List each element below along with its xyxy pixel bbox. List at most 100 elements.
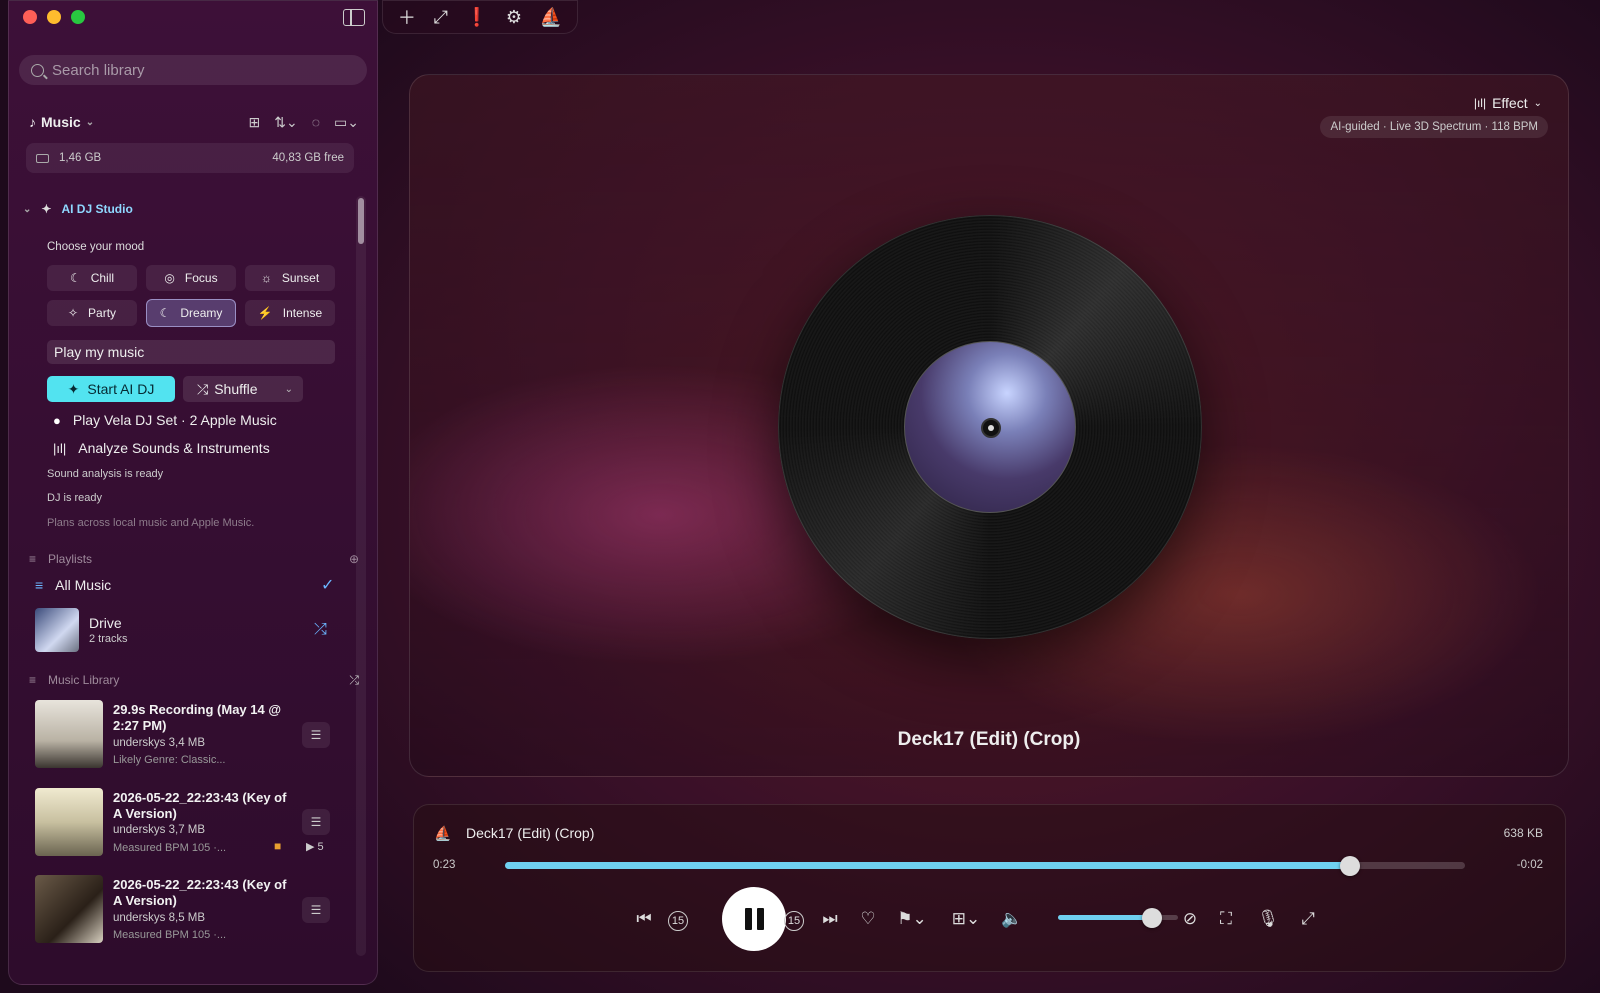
shuffle-button[interactable]: ⤮ Shuffle ⌄: [183, 376, 303, 402]
progress-knob[interactable]: [1339, 856, 1360, 876]
search-input[interactable]: [52, 61, 352, 79]
skip-forward-15-icon[interactable]: 15: [784, 911, 804, 931]
status-sound: Sound analysis is ready: [47, 468, 164, 480]
playlist-name[interactable]: Drive: [89, 615, 122, 631]
microphone-icon[interactable]: 🎙: [1256, 909, 1280, 929]
pause-button[interactable]: [722, 887, 786, 951]
zoom-window-button[interactable]: [71, 10, 85, 24]
disk-icon: [36, 153, 49, 163]
album-artwork: [904, 341, 1076, 513]
visualizer-toggle-icon[interactable]: ⊘: [1178, 909, 1202, 929]
spectrum-badge: AI-guided · Live 3D Spectrum · 118 BPM: [1320, 116, 1548, 138]
track-sub: Measured BPM 105 ·...: [113, 929, 227, 941]
library-selector[interactable]: ♪ Music ⌄: [29, 114, 94, 130]
previous-track-icon[interactable]: ⏮: [632, 909, 656, 929]
mood-intense-button[interactable]: ⚡ Intense: [245, 300, 335, 326]
mood-sunset-button[interactable]: ☼ Sunset: [245, 265, 335, 291]
sliders-icon: ☰: [310, 903, 322, 917]
progress-fill: [505, 862, 1350, 869]
chevron-down-icon: ⌄: [85, 116, 95, 128]
sidebar-scroll-thumb[interactable]: [358, 198, 364, 244]
bookmark-icon[interactable]: ⚑⌄: [894, 909, 930, 929]
sidebar-scrollbar[interactable]: [356, 196, 366, 956]
play-icon: ▶: [306, 841, 315, 853]
expand-icon[interactable]: ⤢: [434, 7, 448, 28]
playlist-icon: ≡: [35, 577, 44, 593]
start-ai-dj-button[interactable]: ✦ Start AI DJ: [47, 376, 175, 402]
playlist-artwork: [35, 608, 79, 652]
mood-chill-button[interactable]: ☾ Chill: [47, 265, 137, 291]
status-dj: DJ is ready: [47, 492, 103, 504]
select-check-icon[interactable]: ◌: [312, 114, 320, 130]
import-icon[interactable]: ⊞: [249, 114, 261, 131]
sparkle-icon: ✦: [67, 380, 80, 397]
track-title[interactable]: 2026-05-22_22:23:43 (Key of A Version): [113, 790, 293, 822]
track-artwork: [35, 788, 103, 856]
track-adjust-button[interactable]: ☰: [302, 722, 330, 748]
badge-icon: ■: [274, 839, 282, 853]
shuffle-icon[interactable]: ⤮: [349, 673, 359, 688]
volume-knob[interactable]: [1141, 908, 1162, 928]
dj-prompt-input[interactable]: [47, 340, 335, 364]
party-icon: ✧: [67, 306, 79, 320]
close-window-button[interactable]: [23, 10, 37, 24]
track-meta: underskys 3,7 MB: [113, 824, 206, 836]
next-track-icon[interactable]: ⏭: [818, 909, 842, 929]
alert-icon[interactable]: ❗: [466, 7, 488, 28]
bolt-icon: ⚡: [257, 306, 273, 320]
ai-dj-section-header[interactable]: ⌄ ✦ AI DJ Studio: [23, 202, 133, 216]
sidebar: ♪ Music ⌄ ⊞ ⇅⌄ ◌ ▭⌄ 1,46 GB 40,83 GB fre…: [8, 0, 378, 985]
spindle-hole: [981, 418, 1001, 438]
track-meta: underskys 8,5 MB: [113, 912, 206, 924]
sidebar-toggle-icon[interactable]: [343, 9, 365, 26]
chill-icon: ☾: [69, 271, 81, 285]
heart-icon[interactable]: ♡: [856, 909, 880, 929]
sailboat-icon[interactable]: ⛵: [540, 7, 562, 28]
folder-add-icon[interactable]: ▭⌄: [334, 114, 359, 131]
track-adjust-button[interactable]: ☰: [302, 897, 330, 923]
focus-icon: ◎: [164, 271, 175, 285]
music-note-icon: ♪: [29, 114, 36, 130]
track-artwork: [35, 700, 103, 768]
mood-focus-button[interactable]: ◎ Focus: [146, 265, 236, 291]
volume-slider[interactable]: [1058, 908, 1178, 928]
sort-icon[interactable]: ⇅⌄: [274, 114, 297, 131]
skip-back-15-icon[interactable]: 15: [668, 911, 688, 931]
transport-controls: ⏮ 15 15 ⏭ ♡ ⚑⌄ ⊞⌄ 🔈 ⊘ ⛶ 🎙 ⤢: [414, 887, 1565, 951]
shuffle-icon: ⤮: [197, 380, 209, 397]
search-bar[interactable]: [19, 55, 367, 85]
apple-music-set-action[interactable]: ● Play Vela DJ Set · 2 Apple Music: [53, 412, 277, 428]
search-icon: [31, 63, 44, 77]
add-to-playlist-icon[interactable]: ⊞⌄: [948, 909, 984, 929]
playlist-icon: ≡: [29, 552, 37, 566]
gear-icon[interactable]: ⚙: [506, 7, 522, 28]
chevron-down-icon[interactable]: ⌄: [285, 384, 293, 395]
apple-icon: ●: [53, 412, 61, 428]
top-toolbar: ＋ ⤢ ❗ ⚙ ⛵: [382, 0, 578, 34]
screenshot-icon[interactable]: ⛶: [1214, 909, 1238, 929]
fullscreen-icon[interactable]: ⤢: [1296, 909, 1320, 929]
vinyl-record: [778, 215, 1202, 639]
shuffle-icon[interactable]: ⤮: [314, 621, 327, 639]
progress-bar[interactable]: [505, 856, 1465, 876]
storage-indicator: 1,46 GB 40,83 GB free: [26, 143, 354, 173]
effect-menu[interactable]: |ıl| Effect ⌄: [1474, 95, 1542, 111]
mood-dreamy-button[interactable]: ☾ Dreamy: [146, 299, 236, 327]
add-icon[interactable]: ＋: [398, 4, 416, 30]
volume-icon[interactable]: 🔈: [1000, 909, 1024, 929]
sparkle-icon: ✦: [41, 202, 52, 216]
now-playing-title: Deck17 (Edit) (Crop): [897, 729, 1081, 750]
play-count: ▶ 5: [306, 841, 324, 853]
playlist-all-music[interactable]: ≡ All Music: [35, 577, 111, 593]
analyze-sounds-action[interactable]: |ıl| Analyze Sounds & Instruments: [53, 440, 270, 456]
waveform-icon: |ıl|: [1473, 96, 1487, 110]
track-title[interactable]: 2026-05-22_22:23:43 (Key of A Version): [113, 877, 293, 909]
track-adjust-button[interactable]: ☰: [302, 809, 330, 835]
track-artwork: [35, 875, 103, 943]
checkmark-icon: ✓: [321, 577, 335, 594]
mood-party-button[interactable]: ✧ Party: [47, 300, 137, 326]
track-title[interactable]: 29.9s Recording (May 14 @ 2:27 PM): [113, 702, 293, 734]
minimize-window-button[interactable]: [47, 10, 61, 24]
player-bar: ⛵ Deck17 (Edit) (Crop) 638 KB 0:23 -0:02…: [413, 804, 1566, 972]
add-playlist-icon[interactable]: ⊕: [349, 552, 359, 566]
